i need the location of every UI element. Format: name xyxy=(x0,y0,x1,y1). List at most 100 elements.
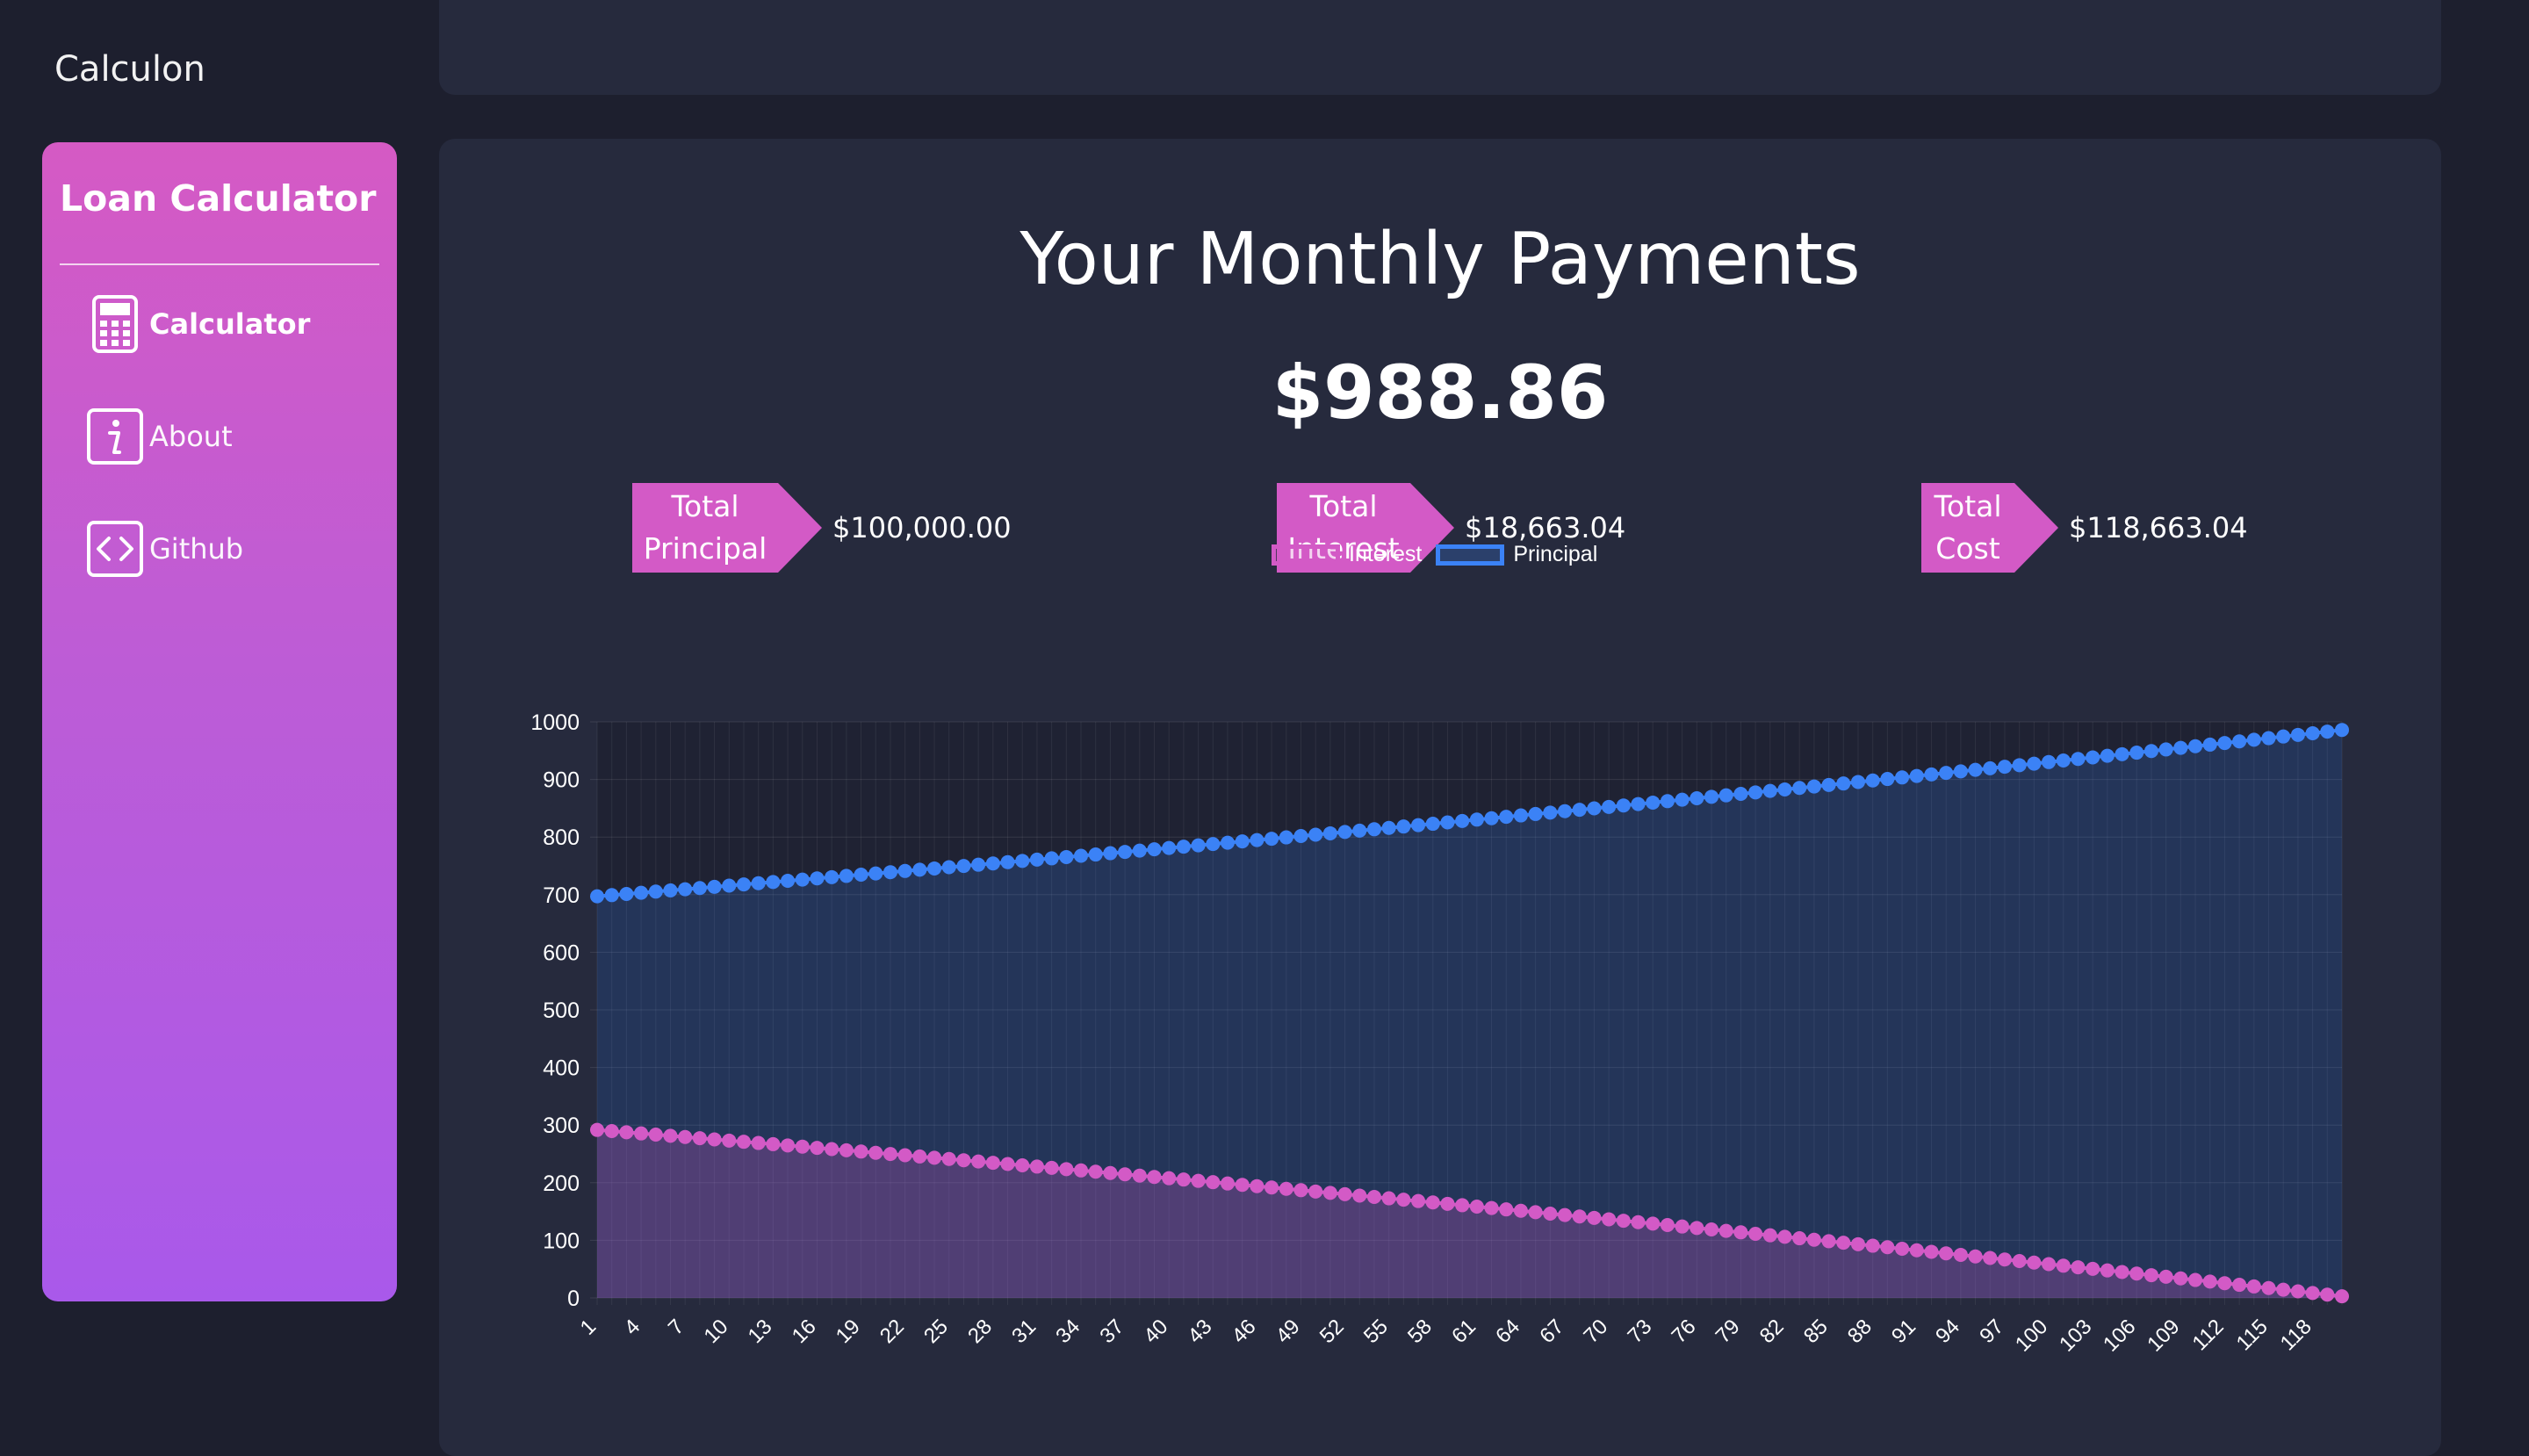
interest-point xyxy=(692,1131,707,1146)
x-tick-label: 19 xyxy=(832,1315,865,1348)
interest-point xyxy=(1821,1234,1836,1249)
principal-point xyxy=(1880,772,1895,787)
interest-point xyxy=(1997,1252,2012,1267)
principal-point xyxy=(1440,815,1455,830)
interest-point xyxy=(1103,1165,1118,1180)
principal-point xyxy=(1587,801,1602,816)
interest-point xyxy=(678,1129,693,1144)
interest-point xyxy=(2202,1274,2217,1289)
interest-point xyxy=(1029,1159,1044,1174)
principal-point xyxy=(1631,796,1646,811)
y-tick-label: 700 xyxy=(543,883,580,908)
interest-point xyxy=(2115,1265,2129,1279)
principal-point xyxy=(810,871,825,886)
x-tick-label: 58 xyxy=(1403,1315,1437,1348)
principal-point xyxy=(2158,742,2173,757)
principal-point xyxy=(1748,785,1763,800)
interest-point xyxy=(883,1147,897,1162)
interest-point xyxy=(1455,1198,1470,1213)
interest-point xyxy=(839,1142,854,1157)
principal-point xyxy=(839,869,854,883)
interest-point xyxy=(1074,1163,1089,1178)
interest-point xyxy=(1499,1202,1514,1217)
principal-point xyxy=(766,875,781,890)
payments-chart: 0 100 200 300 400 500 600 700 800 900 1000 1 4 7 10 13 1… xyxy=(530,710,2349,1357)
interest-point xyxy=(781,1138,796,1153)
principal-point xyxy=(1469,812,1484,827)
interest-point xyxy=(1176,1172,1191,1187)
interest-point xyxy=(1513,1203,1528,1218)
principal-point xyxy=(1366,822,1381,837)
principal-point xyxy=(781,873,796,888)
principal-point xyxy=(1147,842,1162,857)
interest-point xyxy=(1909,1243,1924,1258)
principal-point xyxy=(912,862,927,877)
x-tick-label: 82 xyxy=(1755,1315,1789,1348)
interest-point xyxy=(956,1153,971,1168)
principal-point xyxy=(1191,838,1206,853)
interest-point xyxy=(1469,1199,1484,1214)
principal-point xyxy=(2217,736,2232,751)
interest-point xyxy=(1206,1175,1221,1190)
principal-point xyxy=(1220,835,1235,850)
interest-point xyxy=(868,1145,883,1160)
interest-point xyxy=(1543,1206,1558,1221)
interest-point xyxy=(1088,1164,1103,1179)
principal-point xyxy=(1250,833,1264,847)
principal-point xyxy=(1821,777,1836,792)
principal-point xyxy=(2246,732,2261,747)
principal-point xyxy=(1602,799,1617,814)
interest-point xyxy=(751,1135,766,1150)
principal-point xyxy=(1029,852,1044,867)
x-tick-label: 91 xyxy=(1887,1315,1920,1348)
principal-point xyxy=(1176,840,1191,854)
principal-point xyxy=(1675,792,1690,807)
interest-point xyxy=(2100,1263,2115,1278)
y-tick-label: 1000 xyxy=(530,710,580,735)
interest-point xyxy=(1044,1160,1059,1175)
principal-point xyxy=(1543,805,1558,820)
principal-point xyxy=(1850,775,1865,789)
interest-point xyxy=(1572,1209,1587,1224)
x-tick-label: 16 xyxy=(788,1315,821,1348)
principal-point xyxy=(1777,782,1792,796)
principal-point xyxy=(2276,729,2291,744)
interest-point xyxy=(2086,1261,2100,1276)
interest-point xyxy=(1718,1223,1733,1238)
principal-point xyxy=(1455,813,1470,828)
interest-point xyxy=(985,1156,1000,1171)
interest-point xyxy=(1191,1173,1206,1188)
x-tick-label: 34 xyxy=(1051,1315,1084,1348)
principal-point xyxy=(868,866,883,881)
principal-point xyxy=(692,881,707,896)
principal-point xyxy=(634,885,649,900)
principal-point xyxy=(2071,752,2086,767)
interest-point xyxy=(1279,1181,1293,1196)
interest-point xyxy=(1587,1210,1602,1225)
y-tick-label: 0 xyxy=(567,1287,580,1311)
interest-point xyxy=(795,1139,810,1154)
interest-point xyxy=(912,1149,927,1164)
x-tick-label: 103 xyxy=(2055,1315,2096,1356)
principal-point xyxy=(751,876,766,890)
x-tick-label: 67 xyxy=(1535,1315,1568,1348)
principal-point xyxy=(2202,737,2217,752)
principal-point xyxy=(1704,789,1719,804)
interest-point xyxy=(941,1151,956,1166)
interest-point xyxy=(2144,1268,2158,1283)
principal-point xyxy=(1646,795,1661,810)
interest-point xyxy=(825,1142,839,1157)
interest-point xyxy=(1425,1195,1440,1210)
interest-point xyxy=(2232,1278,2247,1293)
interest-point xyxy=(1850,1236,1865,1251)
principal-point xyxy=(1206,837,1221,852)
principal-point xyxy=(1103,846,1118,861)
interest-point xyxy=(1264,1180,1279,1195)
interest-point xyxy=(2027,1255,2042,1270)
interest-point xyxy=(1924,1244,1939,1259)
principal-point xyxy=(2012,758,2027,773)
principal-point xyxy=(1513,808,1528,823)
principal-point xyxy=(1337,825,1352,840)
principal-point xyxy=(1558,804,1573,818)
principal-point xyxy=(1924,767,1939,782)
